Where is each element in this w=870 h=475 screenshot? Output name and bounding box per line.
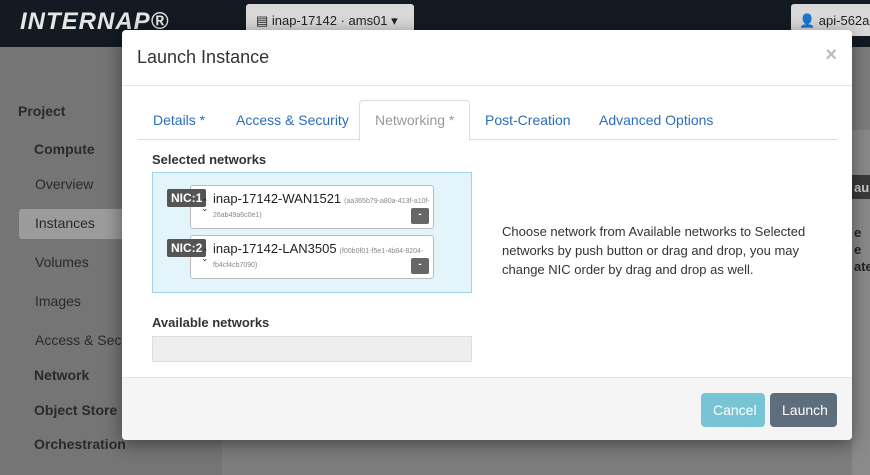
- close-icon[interactable]: ×: [825, 44, 837, 67]
- table-cell-text: ated: [854, 259, 870, 274]
- modal-header: Launch Instance ×: [122, 30, 852, 86]
- modal-title: Launch Instance: [137, 47, 270, 67]
- remove-network-button[interactable]: -: [411, 208, 429, 224]
- network-id-continued: fb4cf4cb7090): [213, 262, 258, 269]
- modal-tabs: Details * Access & Security Networking *…: [138, 100, 837, 141]
- network-name: inap-17142-LAN3505: [213, 241, 337, 256]
- launch-instance-button-label: aunc: [854, 180, 870, 195]
- available-networks-list[interactable]: [152, 336, 472, 362]
- sidebar-object-store-header[interactable]: Object Store: [34, 402, 117, 418]
- tab-advanced-options[interactable]: Advanced Options: [599, 100, 713, 140]
- sidebar-item-images[interactable]: Images: [35, 293, 81, 309]
- selected-network-item[interactable]: NIC:2 ⌃ ⌄ inap-17142-LAN3505 (f00b0f01-f5e…: [167, 235, 434, 279]
- sidebar-orchestration-header[interactable]: Orchestration: [34, 436, 126, 452]
- sidebar-item-overview[interactable]: Overview: [35, 176, 93, 192]
- network-id: (f00b0f01-f5e1-4b84-8204-: [339, 248, 424, 255]
- sidebar-item-volumes[interactable]: Volumes: [35, 254, 89, 270]
- selected-networks-label: Selected networks: [152, 152, 267, 167]
- launch-instance-modal: Launch Instance × Details * Access & Sec…: [122, 30, 852, 440]
- launch-button[interactable]: Launch: [770, 393, 837, 427]
- tab-networking[interactable]: Networking *: [359, 100, 471, 141]
- cancel-button[interactable]: Cancel: [701, 393, 765, 427]
- sidebar-project-header[interactable]: Project: [18, 103, 65, 119]
- sidebar-item-instances[interactable]: Instances: [35, 215, 95, 231]
- sort-arrows-icon[interactable]: ⌃ ⌄: [201, 248, 209, 263]
- selected-network-item[interactable]: NIC:1 ⌃ ⌄ inap-17142-WAN1521 (aa365b79-a80…: [167, 185, 434, 229]
- available-networks-label: Available networks: [152, 315, 270, 330]
- selected-networks-list[interactable]: NIC:1 ⌃ ⌄ inap-17142-WAN1521 (aa365b79-a80…: [152, 172, 472, 293]
- network-id: (aa365b79-a80a-413f-a10f-: [344, 198, 430, 205]
- modal-footer: Cancel Launch: [122, 377, 852, 440]
- tab-post-creation[interactable]: Post-Creation: [485, 100, 571, 140]
- network-name: inap-17142-WAN1521: [213, 191, 342, 206]
- tab-details[interactable]: Details *: [153, 100, 205, 140]
- sort-arrows-icon[interactable]: ⌃ ⌄: [201, 198, 209, 213]
- table-cell-text: e: [854, 242, 862, 257]
- sidebar-item-access-security[interactable]: Access & Secu: [35, 332, 129, 348]
- sidebar-network-header[interactable]: Network: [34, 367, 89, 383]
- tab-access-security[interactable]: Access & Security: [236, 100, 349, 140]
- network-id-continued: 26ab49a6c0e1): [213, 212, 262, 219]
- table-cell-text: e: [854, 225, 862, 240]
- sidebar-compute-header[interactable]: Compute: [34, 141, 95, 157]
- remove-network-button[interactable]: -: [411, 258, 429, 274]
- networking-help-text: Choose network from Available networks t…: [502, 224, 806, 277]
